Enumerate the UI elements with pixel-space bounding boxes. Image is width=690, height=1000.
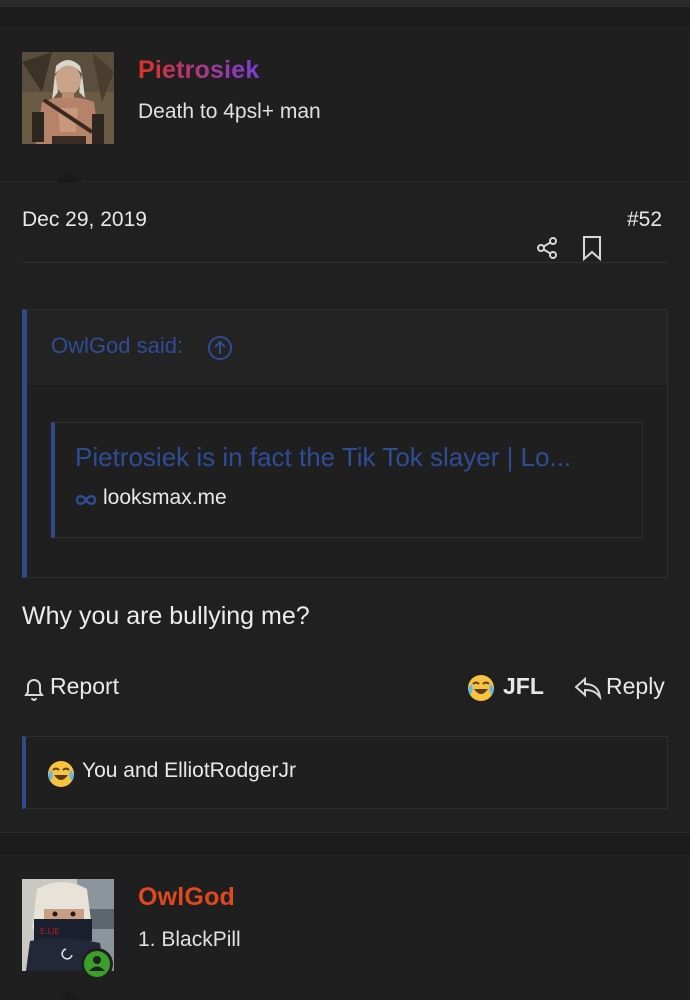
unfurl-title[interactable]: Pietrosiek is in fact the Tik Tok slayer… bbox=[75, 442, 625, 473]
quote-header: OwlGod said: bbox=[27, 310, 667, 385]
share-icon[interactable] bbox=[535, 236, 559, 260]
quote-block: OwlGod said: Pietrosiek is in fact the T… bbox=[22, 309, 668, 578]
post-user-header: E.LIE OwlGod 1. BlackPill bbox=[0, 856, 690, 1000]
username[interactable]: OwlGod bbox=[138, 883, 235, 912]
post-user-header: Pietrosiek Death to 4psl+ man bbox=[0, 28, 690, 182]
top-bar bbox=[0, 0, 690, 7]
post: Pietrosiek Death to 4psl+ man Dec 29, 20… bbox=[0, 27, 690, 832]
reactions-text[interactable]: You and ElliotRodgerJr bbox=[82, 759, 296, 783]
spacer bbox=[0, 7, 690, 27]
username[interactable]: Pietrosiek bbox=[138, 56, 260, 85]
bell-icon[interactable] bbox=[22, 676, 46, 702]
svg-text:E.LIE: E.LIE bbox=[40, 927, 59, 936]
unfurl-domain: looksmax.me bbox=[103, 486, 227, 509]
post-number[interactable]: #52 bbox=[627, 208, 662, 232]
link-icon bbox=[75, 495, 97, 505]
bookmark-icon[interactable] bbox=[581, 235, 603, 261]
crying-laughing-emoji-icon bbox=[48, 761, 74, 787]
reactions-bar[interactable]: You and ElliotRodgerJr bbox=[22, 736, 668, 809]
quote-author[interactable]: OwlGod said: bbox=[51, 333, 183, 359]
reply-button[interactable]: Reply bbox=[606, 673, 665, 700]
user-arrow bbox=[56, 991, 82, 1000]
user-title: 1. BlackPill bbox=[138, 928, 241, 951]
reply-icon[interactable] bbox=[574, 676, 602, 700]
avatar[interactable] bbox=[22, 52, 114, 144]
report-button[interactable]: Report bbox=[50, 673, 119, 700]
user-arrow bbox=[56, 170, 82, 182]
post-separator bbox=[0, 832, 690, 855]
link-unfurl[interactable]: Pietrosiek is in fact the Tik Tok slayer… bbox=[51, 422, 643, 538]
arrow-up-circle-icon[interactable] bbox=[207, 335, 233, 361]
post-body: Why you are bullying me? bbox=[22, 602, 310, 630]
online-user-icon bbox=[81, 948, 113, 980]
post-date[interactable]: Dec 29, 2019 bbox=[22, 208, 147, 232]
user-title: Death to 4psl+ man bbox=[138, 100, 321, 123]
divider bbox=[22, 262, 668, 263]
crying-laughing-emoji-icon[interactable] bbox=[466, 673, 496, 703]
post: E.LIE OwlGod 1. BlackPill bbox=[0, 855, 690, 1000]
reaction-jfl[interactable]: JFL bbox=[503, 673, 544, 700]
